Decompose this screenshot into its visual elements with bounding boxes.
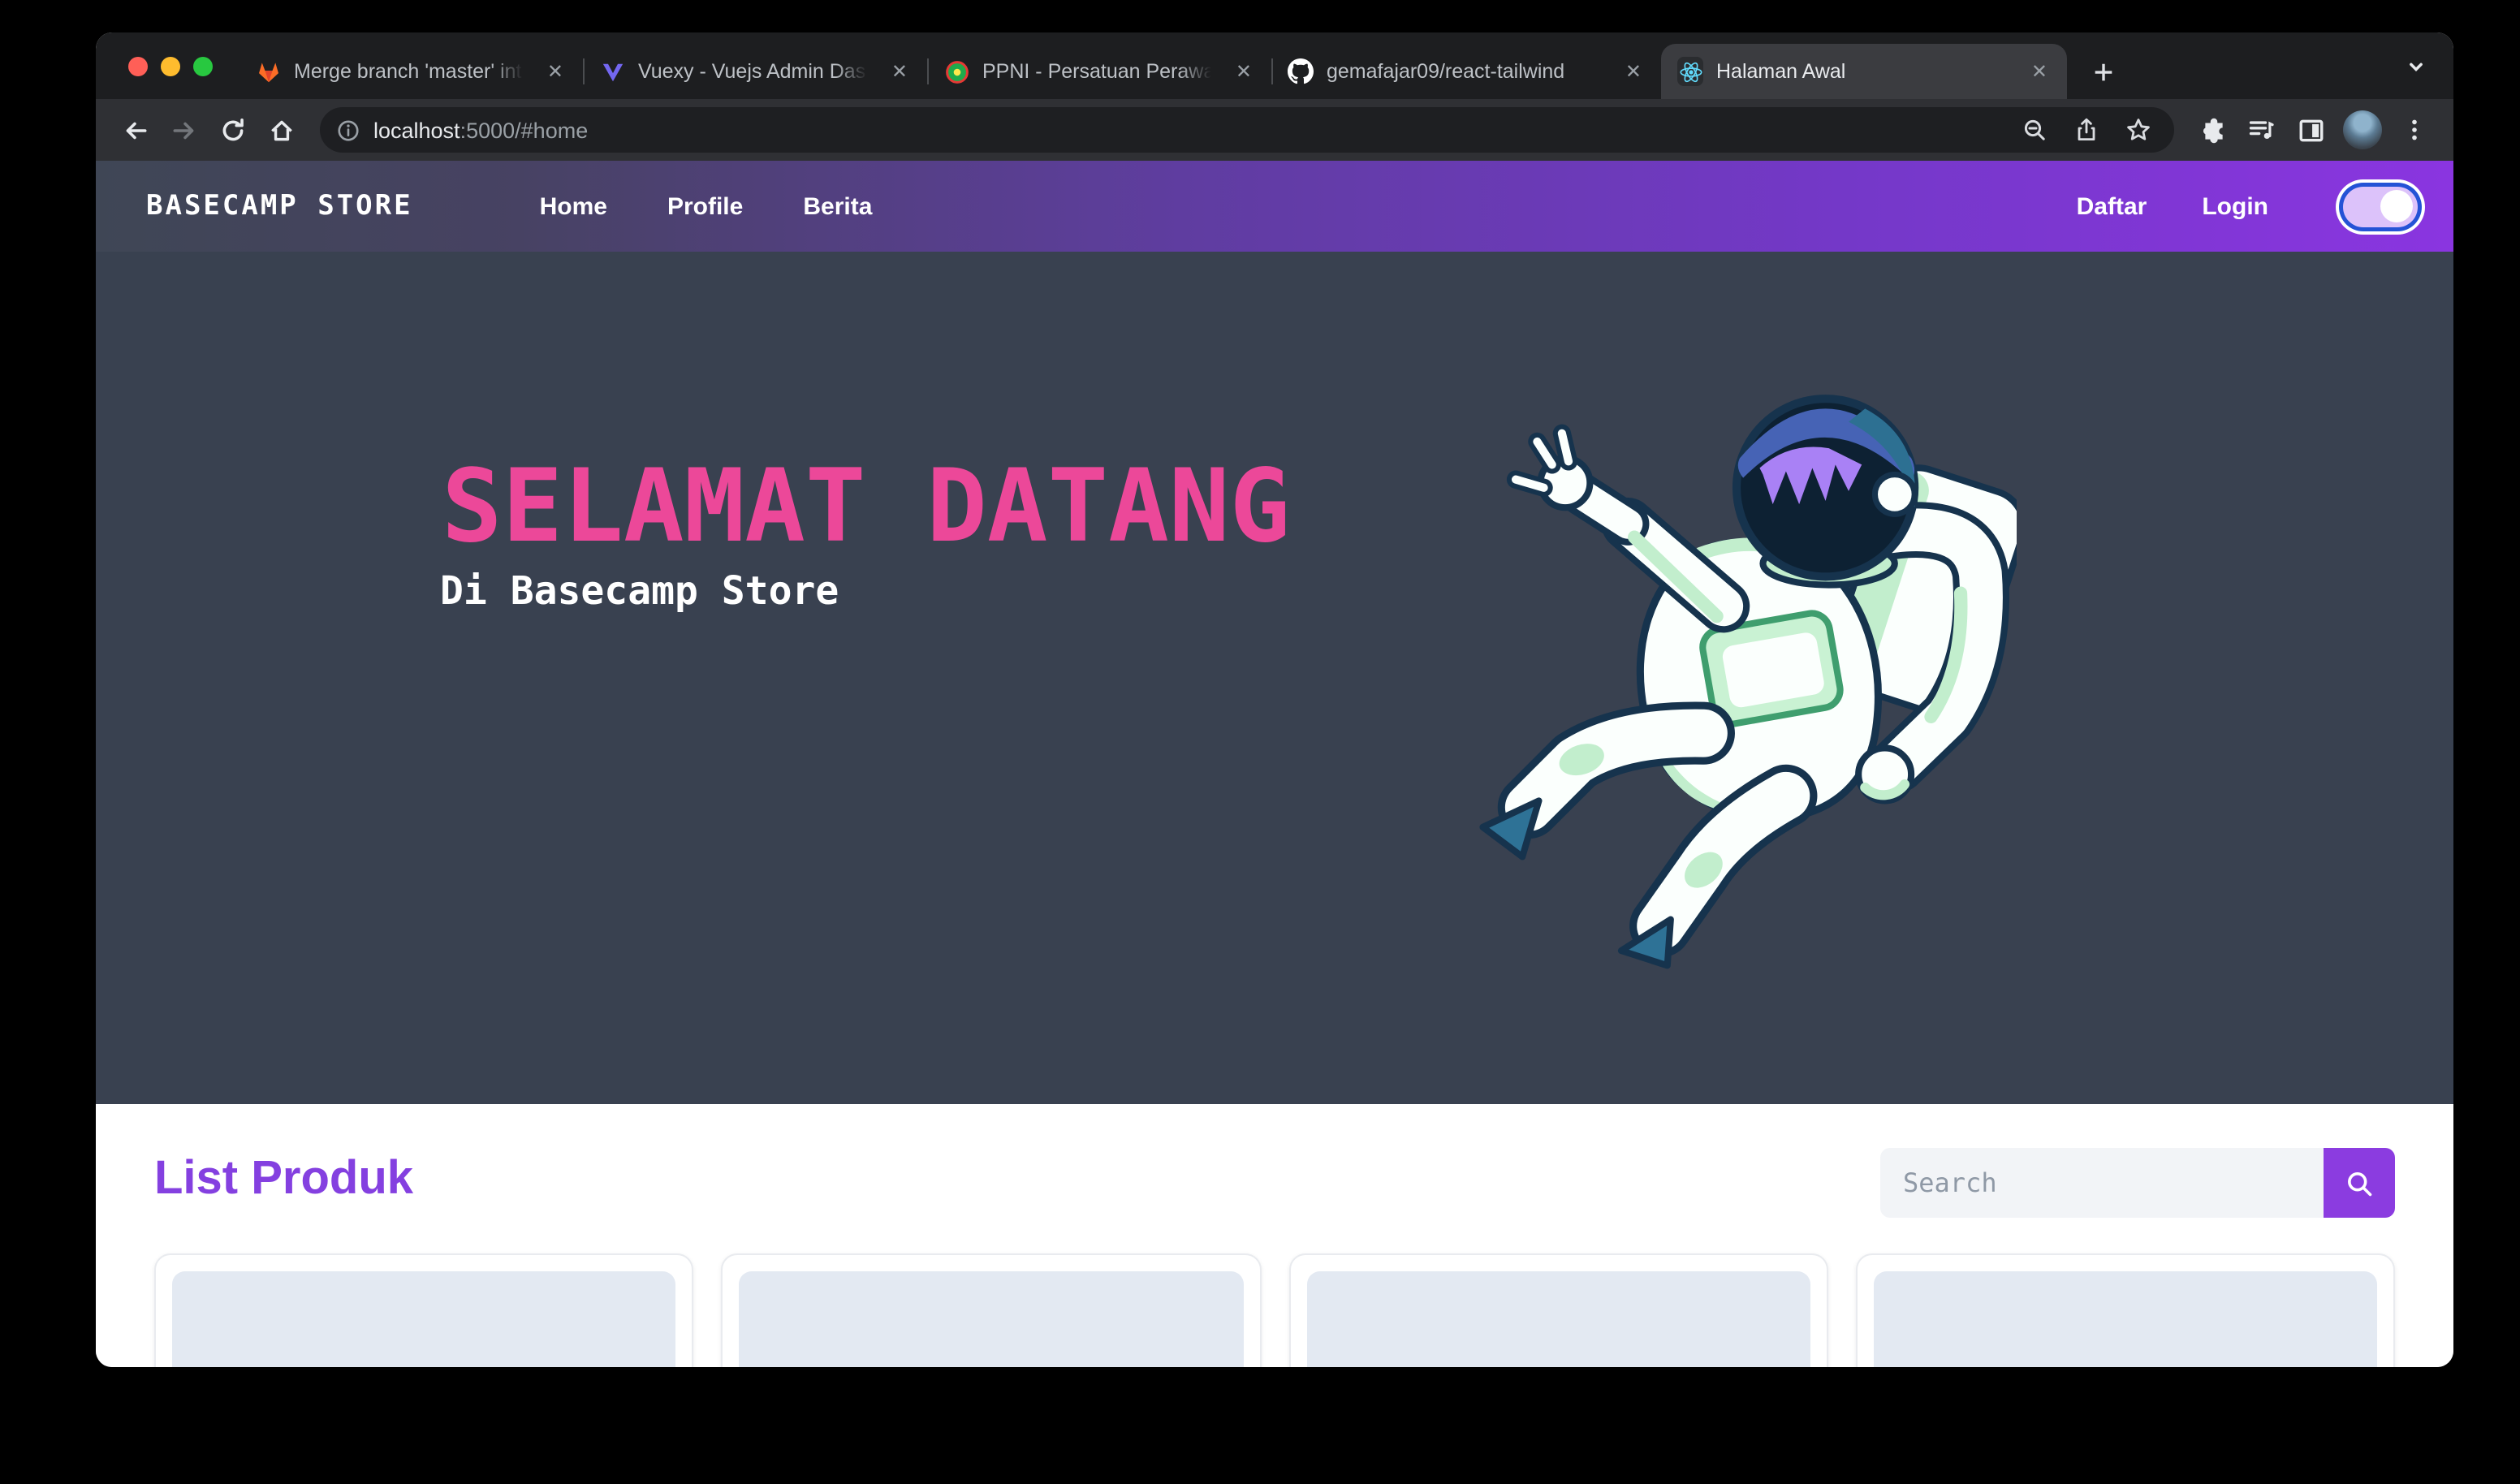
brand-logo[interactable]: BASECAMP STORE: [146, 190, 413, 222]
browser-menu-icon[interactable]: [2392, 107, 2437, 153]
tab-close-icon[interactable]: ✕: [1619, 58, 1648, 84]
tab-search-chevron-icon[interactable]: [2405, 55, 2427, 86]
tab-title: Halaman Awal: [1716, 60, 2012, 83]
product-card[interactable]: [722, 1253, 1262, 1367]
search-button[interactable]: [2324, 1148, 2395, 1218]
product-image-placeholder: [172, 1271, 676, 1367]
extensions-icon[interactable]: [2190, 107, 2236, 153]
tab-strip: Merge branch 'master' into 'jiha ✕ Vuexy…: [96, 32, 2453, 99]
ppni-favicon-icon: [943, 58, 969, 84]
tab-title: gemafajar09/react-tailwind: [1327, 60, 1606, 83]
nav-action-link[interactable]: Daftar: [2077, 192, 2147, 220]
hero-subtitle: Di Basecamp Store: [440, 568, 839, 614]
nav-links: Home Profile Berita: [540, 192, 873, 220]
browser-window: Merge branch 'master' into 'jiha ✕ Vuexy…: [96, 32, 2453, 1367]
astronaut-illustration: [1456, 365, 2017, 969]
url-text: localhost:5000/#home: [373, 118, 588, 142]
profile-avatar[interactable]: [2343, 110, 2382, 149]
products-section: List Produk: [96, 1104, 2453, 1367]
browser-toolbar: localhost:5000/#home: [96, 99, 2453, 161]
sidebar-panel-icon[interactable]: [2288, 107, 2333, 153]
nav-link[interactable]: Home: [540, 192, 607, 220]
product-image-placeholder: [740, 1271, 1244, 1367]
product-image-placeholder: [1306, 1271, 1810, 1367]
react-favicon-icon: [1677, 58, 1703, 84]
search-input[interactable]: [1880, 1148, 2324, 1218]
bookmark-star-icon[interactable]: [2119, 110, 2158, 149]
site-navbar: BASECAMP STORE Home Profile Berita Daftar L…: [96, 161, 2453, 252]
back-button[interactable]: [112, 107, 158, 153]
tab-close-icon[interactable]: ✕: [541, 58, 570, 84]
share-icon[interactable]: [2067, 110, 2106, 149]
minimize-window-button[interactable]: [161, 56, 180, 75]
tab-close-icon[interactable]: ✕: [885, 58, 914, 84]
tab-close-icon[interactable]: ✕: [1229, 58, 1258, 84]
site-info-icon[interactable]: [336, 118, 360, 142]
tab-title: PPNI - Persatuan Perawat Nasi: [982, 60, 1216, 83]
screen: Merge branch 'master' into 'jiha ✕ Vuexy…: [0, 0, 2520, 1484]
tab-close-icon[interactable]: ✕: [2025, 58, 2054, 84]
github-favicon-icon: [1288, 58, 1314, 84]
page-content: BASECAMP STORE Home Profile Berita Daftar L…: [96, 161, 2453, 1367]
media-playlist-icon[interactable]: [2239, 107, 2285, 153]
close-window-button[interactable]: [128, 56, 148, 75]
hero-section: SELAMAT DATANG Di Basecamp Store: [96, 252, 2453, 1104]
zoom-page-icon[interactable]: [2015, 110, 2054, 149]
new-tab-button[interactable]: [2080, 49, 2125, 94]
nav-actions: Daftar Login: [2077, 186, 2418, 226]
browser-tab[interactable]: Vuexy - Vuejs Admin Dashboar ✕: [583, 44, 927, 99]
forward-button[interactable]: [161, 107, 206, 153]
product-image-placeholder: [1874, 1271, 2378, 1367]
theme-toggle[interactable]: [2343, 186, 2418, 226]
product-card[interactable]: [1856, 1253, 2396, 1367]
nav-link[interactable]: Berita: [803, 192, 872, 220]
gitlab-favicon-icon: [255, 58, 281, 84]
toggle-knob: [2380, 190, 2413, 222]
tabs: Merge branch 'master' into 'jiha ✕ Vuexy…: [239, 44, 2067, 99]
browser-tab[interactable]: Halaman Awal ✕: [1661, 44, 2067, 99]
nav-link[interactable]: Profile: [667, 192, 743, 220]
product-grid: [154, 1253, 2395, 1367]
url-bar[interactable]: localhost:5000/#home: [320, 107, 2174, 153]
product-card[interactable]: [1288, 1253, 1828, 1367]
window-controls: [128, 32, 213, 99]
vuexy-favicon-icon: [599, 58, 625, 84]
tab-title: Merge branch 'master' into 'jiha: [294, 60, 528, 83]
tab-title: Vuexy - Vuejs Admin Dashboar: [638, 60, 872, 83]
browser-tab[interactable]: PPNI - Persatuan Perawat Nasi ✕: [927, 44, 1271, 99]
hero-title: SELAMAT DATANG: [442, 446, 1290, 565]
search-bar: [1880, 1148, 2395, 1218]
nav-actions-links: Daftar Login: [2077, 192, 2268, 220]
browser-tab[interactable]: gemafajar09/react-tailwind ✕: [1271, 44, 1661, 99]
reload-button[interactable]: [209, 107, 255, 153]
product-card[interactable]: [154, 1253, 694, 1367]
home-button[interactable]: [258, 107, 304, 153]
zoom-window-button[interactable]: [193, 56, 213, 75]
nav-action-link[interactable]: Login: [2202, 192, 2268, 220]
products-heading: List Produk: [154, 1153, 413, 1206]
browser-tab[interactable]: Merge branch 'master' into 'jiha ✕: [239, 44, 583, 99]
